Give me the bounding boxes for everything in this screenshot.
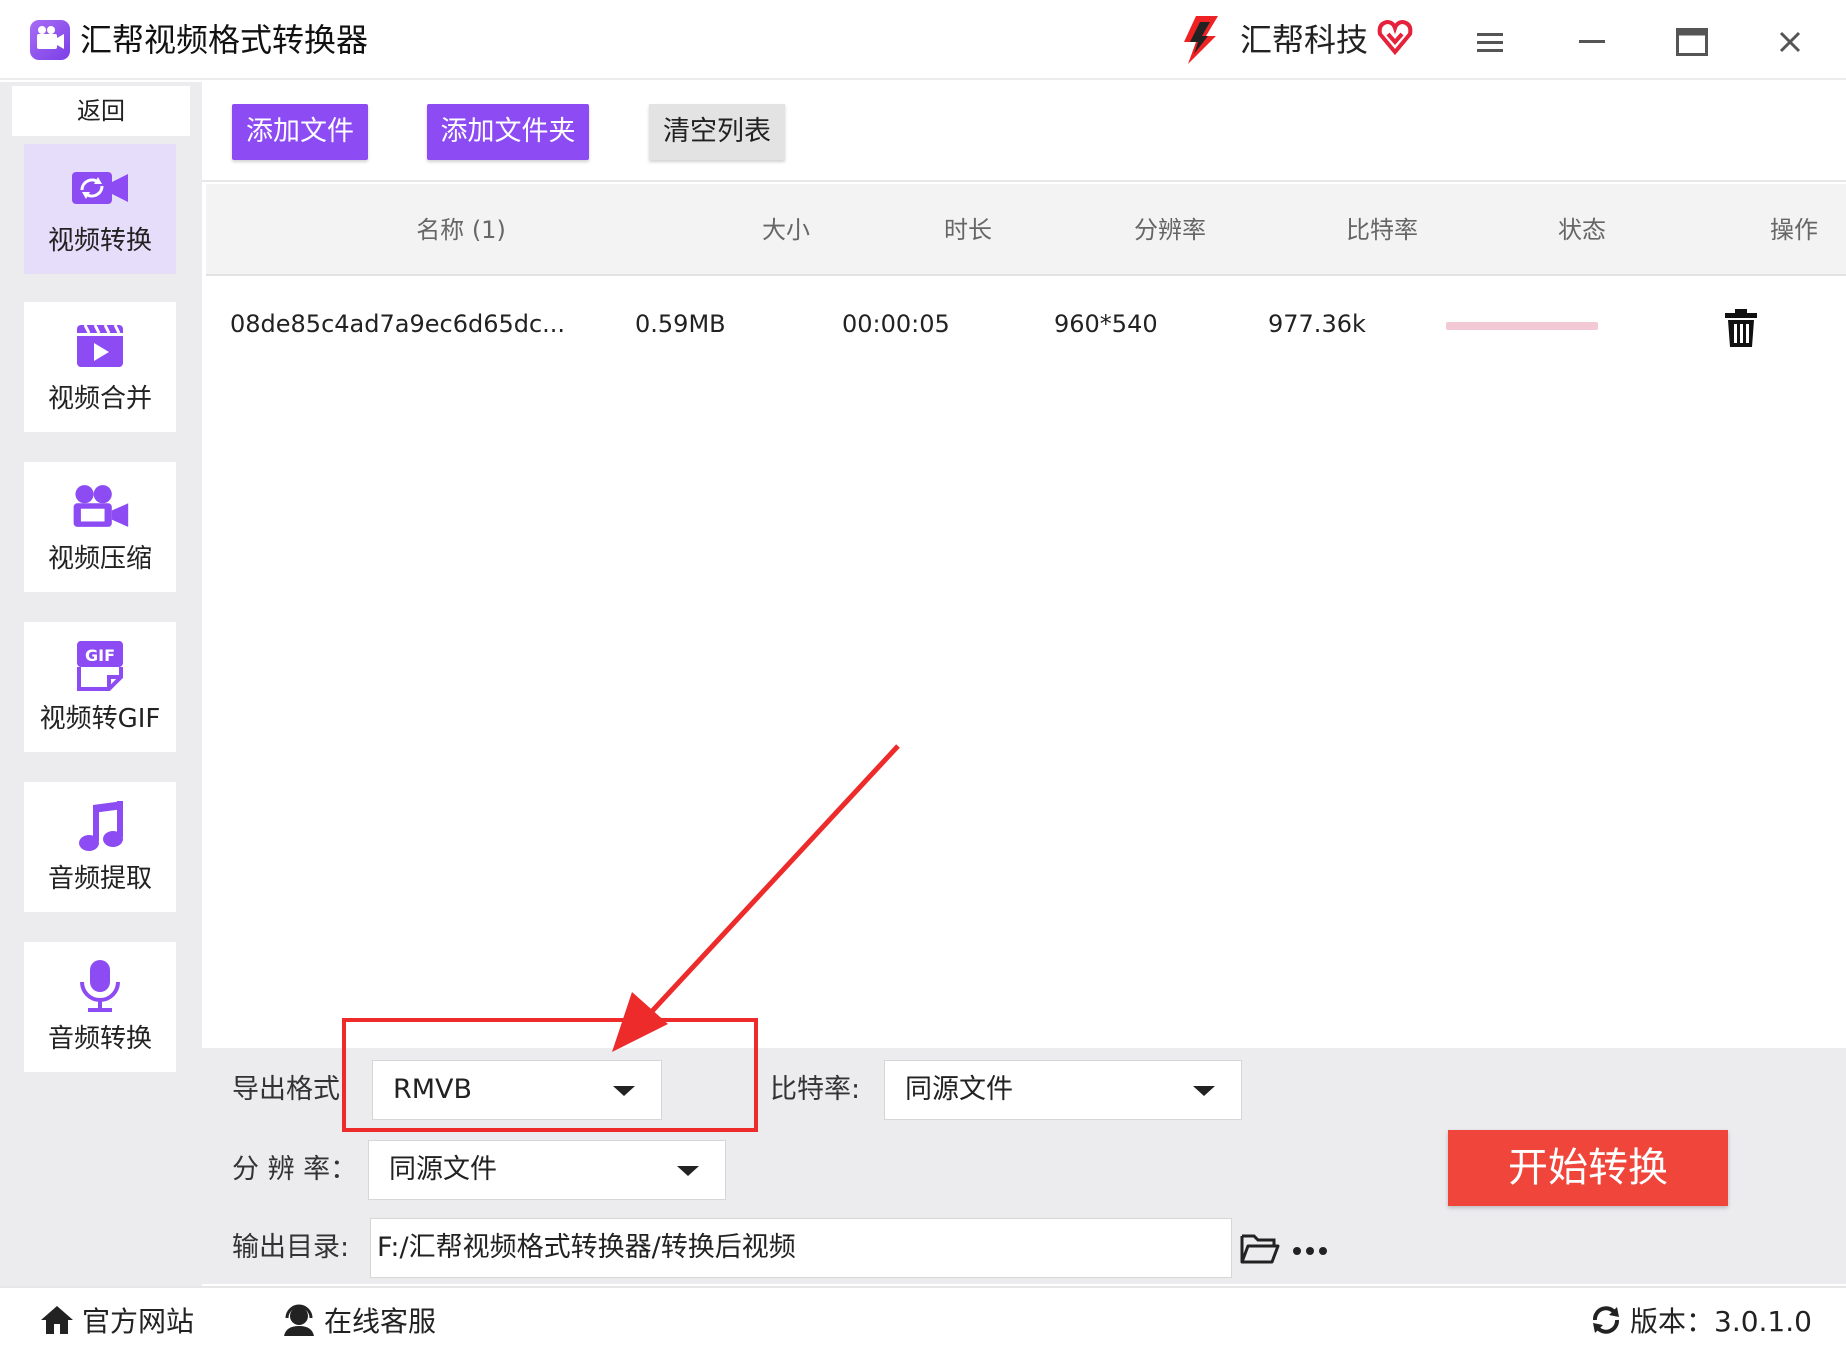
home-icon — [41, 1306, 73, 1334]
format-label: 导出格式: — [232, 1074, 350, 1105]
more-options-icon[interactable] — [1292, 1242, 1328, 1255]
website-link[interactable]: 官方网站 — [40, 1298, 194, 1342]
footer-bar: 官方网站 在线客服 版本：3.0.1.0 — [0, 1286, 1846, 1352]
svg-text:GIF: GIF — [85, 646, 115, 665]
chevron-down-icon — [677, 1166, 699, 1176]
annotation-highlight-box — [342, 1018, 758, 1132]
bitrate-label: 比特率: — [770, 1074, 861, 1105]
app-window: 汇帮视频格式转换器 汇帮科技 返回 视频转换 视频合并 视频压缩 GIF 视频转… — [0, 0, 1846, 1352]
vip-heart-icon[interactable] — [1376, 18, 1414, 56]
maximize-icon[interactable] — [1670, 20, 1714, 64]
file-bitrate-cell: 977.36k — [1268, 310, 1366, 338]
column-header-action: 操作 — [1770, 216, 1818, 244]
table-header: 名称 (1) 大小 时长 分辨率 比特率 状态 操作 — [206, 184, 1846, 276]
resolution-select-value: 同源文件 — [389, 1154, 497, 1185]
refresh-icon — [1593, 1306, 1619, 1334]
minimize-icon[interactable] — [1570, 20, 1614, 64]
output-dir-field[interactable]: F:/汇帮视频格式转换器/转换后视频 — [370, 1218, 1232, 1278]
file-size-cell: 0.59MB — [635, 310, 726, 338]
trash-icon[interactable] — [1724, 308, 1758, 348]
status-progress-bar — [1446, 322, 1598, 330]
nav-item-video-convert[interactable]: 视频转换 — [24, 144, 176, 274]
app-title: 汇帮视频格式转换器 — [80, 21, 369, 59]
resolution-label: 分 辨 率： — [232, 1154, 358, 1185]
nav-label: 音频转换 — [47, 1023, 152, 1054]
hamburger-icon[interactable] — [1468, 20, 1512, 64]
version-info[interactable]: 版本：3.0.1.0 — [1590, 1298, 1812, 1342]
column-header-size: 大小 — [762, 216, 810, 244]
close-icon[interactable] — [1768, 20, 1812, 64]
microphone-icon — [70, 959, 130, 1012]
nav-item-video-gif[interactable]: GIF 视频转GIF — [24, 622, 176, 752]
support-link[interactable]: 在线客服 — [282, 1298, 436, 1342]
file-table: 名称 (1) 大小 时长 分辨率 比特率 状态 操作 08de85c4ad7a9… — [202, 184, 1846, 1046]
support-label: 在线客服 — [324, 1305, 437, 1338]
add-file-button[interactable]: 添加文件 — [232, 104, 368, 160]
output-dir-value: F:/汇帮视频格式转换器/转换后视频 — [377, 1232, 796, 1263]
folder-open-icon[interactable] — [1240, 1230, 1280, 1266]
nav-label: 视频转换 — [47, 225, 152, 256]
version-label: 版本：3.0.1.0 — [1630, 1305, 1812, 1338]
toolbar: 添加文件 添加文件夹 清空列表 — [202, 82, 1846, 182]
nav-label: 视频转GIF — [39, 703, 161, 734]
chevron-down-icon — [1193, 1086, 1215, 1096]
title-bar: 汇帮视频格式转换器 汇帮科技 — [0, 0, 1846, 80]
file-resolution-cell: 960*540 — [1054, 310, 1158, 338]
headset-icon — [284, 1304, 314, 1336]
sidebar: 返回 视频转换 视频合并 视频压缩 GIF 视频转GIF 音频提取 音频转换 — [0, 82, 202, 1286]
nav-label: 视频压缩 — [47, 543, 152, 574]
brand-logo-icon — [1178, 14, 1224, 66]
video-compress-icon — [70, 480, 130, 532]
output-dir-label: 输出目录: — [232, 1232, 350, 1263]
bitrate-select[interactable]: 同源文件 — [884, 1060, 1242, 1120]
resolution-select[interactable]: 同源文件 — [368, 1140, 726, 1200]
table-row[interactable]: 08de85c4ad7a9ec6d65dc... 0.59MB 00:00:05… — [206, 278, 1846, 370]
video-merge-icon — [70, 320, 130, 372]
nav-item-audio-convert[interactable]: 音频转换 — [24, 942, 176, 1072]
file-duration-cell: 00:00:05 — [842, 310, 950, 338]
nav-item-video-compress[interactable]: 视频压缩 — [24, 462, 176, 592]
file-name-cell: 08de85c4ad7a9ec6d65dc... — [230, 310, 566, 338]
app-logo-icon — [30, 20, 70, 60]
nav-label: 音频提取 — [47, 863, 152, 894]
column-header-status: 状态 — [1558, 216, 1606, 244]
column-header-bitrate: 比特率 — [1346, 216, 1418, 244]
website-label: 官方网站 — [82, 1305, 195, 1338]
bitrate-select-value: 同源文件 — [905, 1074, 1013, 1105]
back-button[interactable]: 返回 — [12, 86, 190, 136]
column-header-name: 名称 (1) — [416, 216, 506, 244]
start-convert-button[interactable]: 开始转换 — [1448, 1130, 1728, 1206]
nav-item-audio-extract[interactable]: 音频提取 — [24, 782, 176, 912]
brand-name: 汇帮科技 — [1240, 21, 1369, 59]
column-header-resolution: 分辨率 — [1134, 216, 1206, 244]
add-folder-button[interactable]: 添加文件夹 — [427, 104, 589, 160]
gif-icon: GIF — [70, 640, 130, 692]
nav-label: 视频合并 — [47, 383, 152, 414]
video-convert-icon — [70, 162, 130, 214]
column-header-duration: 时长 — [944, 216, 992, 244]
nav-item-video-merge[interactable]: 视频合并 — [24, 302, 176, 432]
clear-list-button[interactable]: 清空列表 — [649, 104, 785, 160]
music-note-icon — [70, 800, 130, 852]
